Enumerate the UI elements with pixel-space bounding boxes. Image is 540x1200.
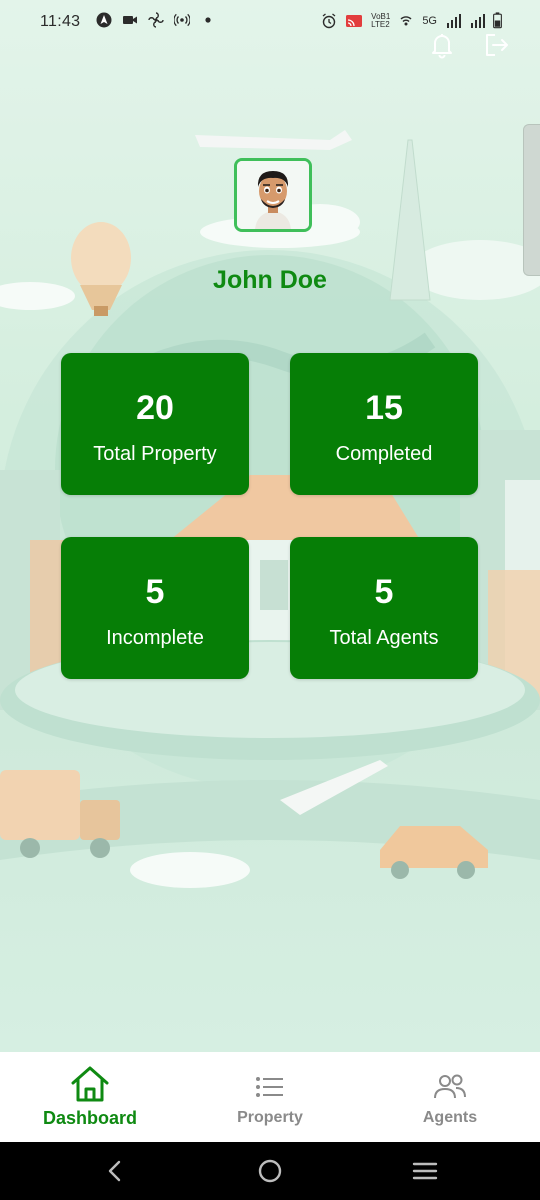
nav-item-agents[interactable]: Agents [360,1052,540,1142]
stat-label: Total Agents [329,627,439,649]
status-time: 11:43 [40,13,81,30]
nav-label-agents: Agents [422,1109,478,1126]
network-label: 5G [422,14,437,27]
cast-icon [346,14,363,27]
back-icon[interactable] [100,1156,130,1186]
stat-card-completed[interactable]: 15 Completed [290,353,478,495]
fan-icon [148,12,164,28]
nav-label-dashboard: Dashboard [42,1108,138,1128]
stat-value: 5 [145,573,165,611]
home-icon [71,1066,109,1102]
bell-icon[interactable] [427,30,457,60]
status-bar: 11:43 VoB1 LTE2 5G [0,0,540,44]
stat-value: 15 [365,389,403,427]
avatar-image [237,161,309,229]
status-left-icons [96,12,216,28]
stat-value: 20 [136,389,174,427]
users-icon [434,1074,466,1099]
home-button-icon[interactable] [255,1156,285,1186]
bottom-navigation: Dashboard Property Agents [0,1052,540,1142]
video-icon [123,16,137,24]
status-right-icons: VoB1 LTE2 5G [321,12,502,29]
nav-item-property[interactable]: Property [180,1052,360,1142]
alarm-icon [322,12,336,28]
wifi-calling-icon [400,15,412,25]
stat-card-total-agents[interactable]: 5 Total Agents [290,537,478,679]
logout-icon[interactable] [481,30,511,60]
list-icon [256,1077,283,1097]
edge-panel-handle[interactable] [523,124,540,276]
navigation-icon [96,12,112,28]
nav-label-property: Property [237,1109,303,1126]
stat-card-total-property[interactable]: 20 Total Property [61,353,249,495]
signal-icon [447,13,461,28]
signal-icon-2 [471,13,485,28]
user-name: John Doe [213,266,327,294]
stat-value: 5 [374,573,394,611]
dot-icon [205,17,211,23]
avatar[interactable] [234,158,312,232]
hotspot-icon [174,13,190,27]
stat-card-incomplete[interactable]: 5 Incomplete [61,537,249,679]
stat-label: Incomplete [106,627,204,649]
system-navigation-bar [0,1142,540,1200]
stat-label: Completed [335,443,433,465]
volte-icon: VoB1 LTE2 [371,11,391,29]
stat-label: Total Property [93,443,217,465]
nav-item-dashboard[interactable]: Dashboard [0,1052,180,1142]
recents-icon[interactable] [410,1156,440,1186]
battery-icon [493,12,502,29]
